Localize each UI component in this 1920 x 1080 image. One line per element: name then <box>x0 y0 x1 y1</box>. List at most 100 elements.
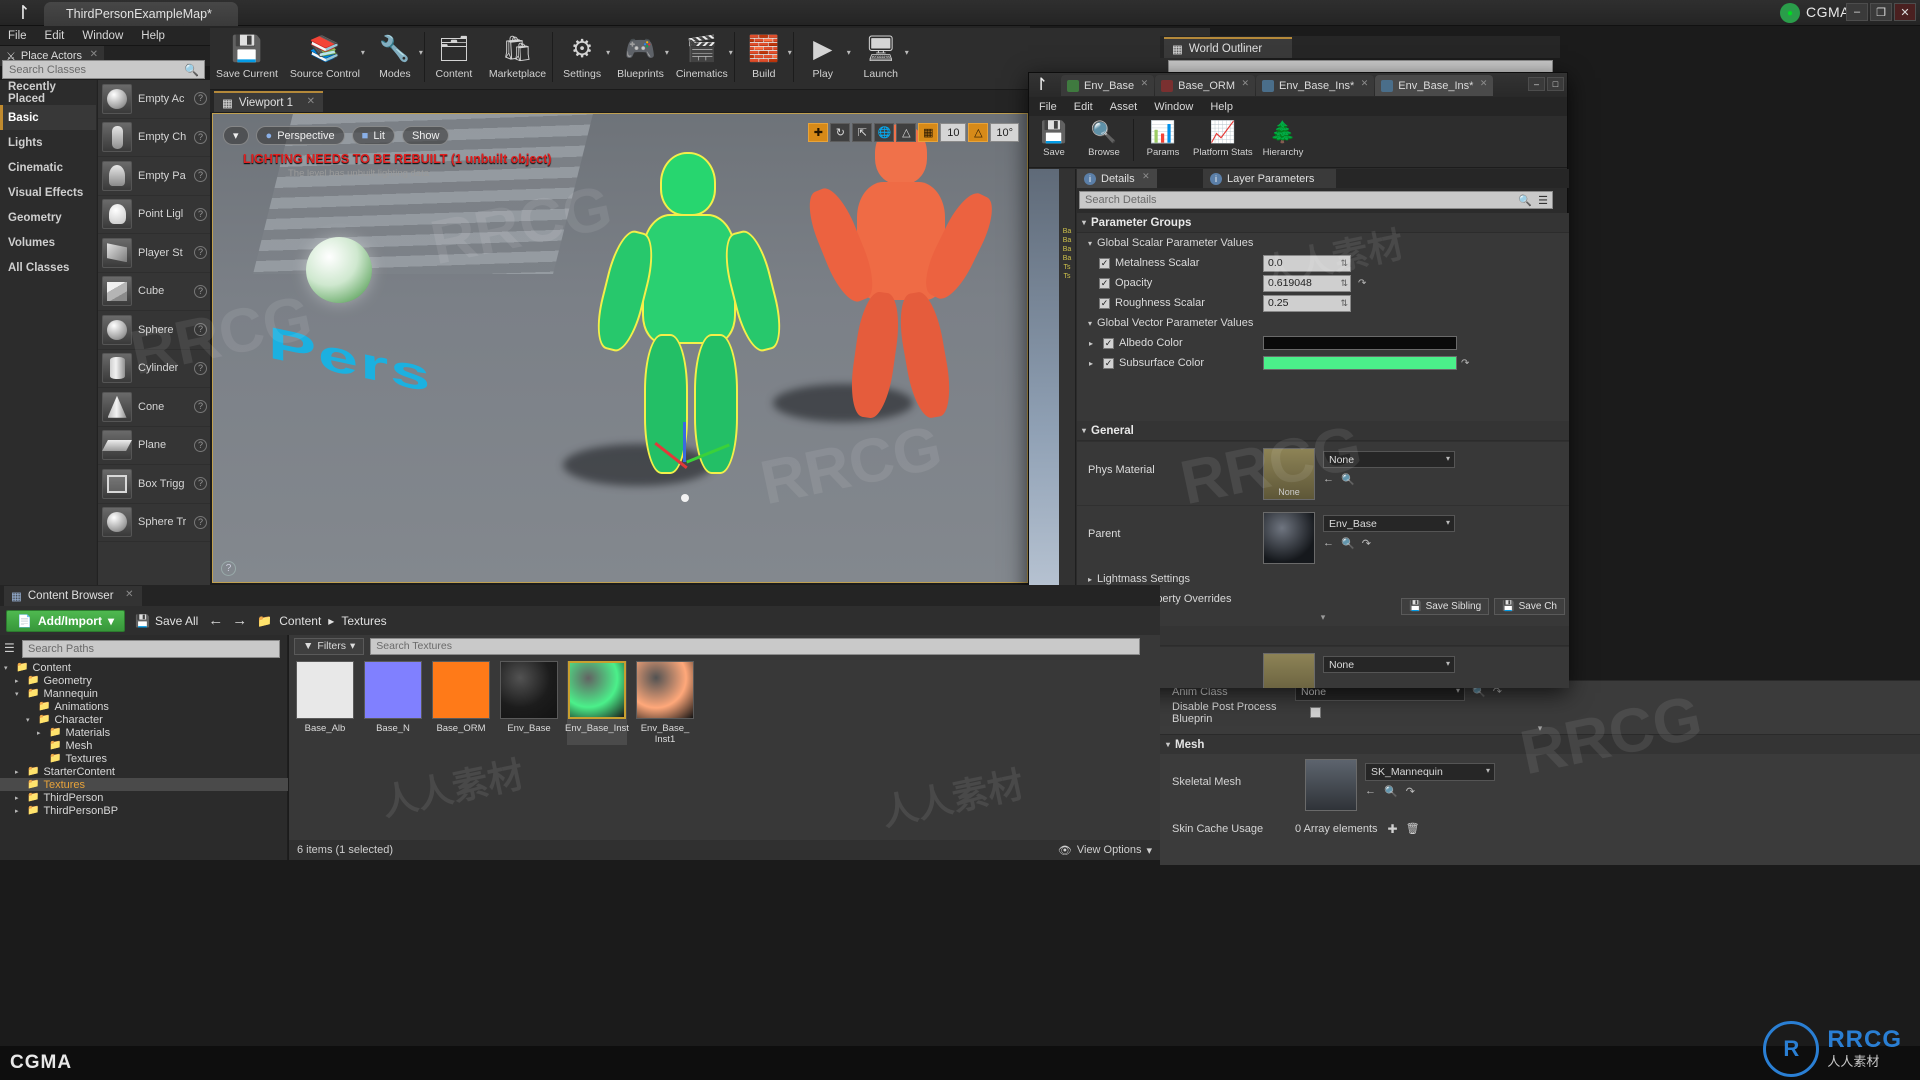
expand-arrow-icon[interactable]: ▸ <box>1089 359 1093 368</box>
material-menu-help[interactable]: Help <box>1210 101 1233 113</box>
surface-snap-icon[interactable]: △ <box>896 123 917 142</box>
scale-snap-icon[interactable]: ⇱ <box>852 123 873 142</box>
place-actor-item[interactable]: Empty Pa? <box>98 157 210 196</box>
save-all-button[interactable]: 💾 Save All <box>135 614 198 628</box>
skeletal-mesh-thumbnail[interactable] <box>1305 759 1357 811</box>
breadcrumb-content[interactable]: Content <box>279 614 321 628</box>
toolbar-cinematics-button[interactable]: 🎬 Cinematics ▾ <box>670 28 734 90</box>
toolbar-play-button[interactable]: ▶ Play ▾ <box>794 28 852 90</box>
reset-icon[interactable]: ↷ <box>1358 278 1366 289</box>
material-tab-env_base[interactable]: Env_Base ✕ <box>1061 75 1155 96</box>
menu-help[interactable]: Help <box>141 30 165 42</box>
world-coord-icon[interactable]: 🌐 <box>874 123 895 142</box>
browse-icon[interactable]: 🔍 <box>1341 473 1355 486</box>
tab-world-outliner[interactable]: ▦ World Outliner <box>1164 37 1293 58</box>
reset-icon[interactable]: ↷ <box>1461 358 1469 369</box>
place-category-geometry[interactable]: Geometry <box>0 205 96 230</box>
menu-file[interactable]: File <box>8 30 27 42</box>
reset-icon[interactable]: ↷ <box>1362 537 1371 550</box>
chevron-down-icon[interactable]: ▾ <box>665 48 669 57</box>
tree-node-content[interactable]: ▾ 📁 Content <box>0 661 288 674</box>
material-toolbar-params-button[interactable]: 📊 Params <box>1138 116 1188 158</box>
grid-size-value[interactable]: 10 <box>940 123 967 142</box>
place-category-basic[interactable]: Basic <box>0 105 96 130</box>
expand-arrow-icon[interactable]: ▸ <box>15 807 23 815</box>
project-tab[interactable]: ThirdPersonExampleMap* <box>44 2 238 26</box>
back-arrow-icon[interactable]: ← <box>1323 537 1334 550</box>
settings-list-icon[interactable]: ☰ <box>1538 194 1548 207</box>
preview-mesh-thumbnail[interactable]: None <box>1263 653 1315 688</box>
parent-combo[interactable]: Env_Base ▾ <box>1323 515 1455 532</box>
place-category-cinematic[interactable]: Cinematic <box>0 155 96 180</box>
material-toolbar-platform-stats-button[interactable]: 📈 Platform Stats <box>1188 116 1258 158</box>
tree-node-thirdpersonbp[interactable]: ▸ 📁 ThirdPersonBP <box>0 804 288 817</box>
material-menu-edit[interactable]: Edit <box>1074 101 1093 113</box>
toolbar-blueprints-button[interactable]: 🎮 Blueprints ▾ <box>611 28 670 90</box>
place-category-all-classes[interactable]: All Classes <box>0 255 96 280</box>
help-icon[interactable]: ? <box>194 361 207 375</box>
tab-content-browser[interactable]: ▦ Content Browser ✕ <box>4 586 142 606</box>
material-menu-window[interactable]: Window <box>1154 101 1193 113</box>
material-tab-base_orm[interactable]: Base_ORM ✕ <box>1155 75 1256 96</box>
filters-button[interactable]: ▼ Filters ▾ <box>294 637 365 655</box>
disable-post-process-checkbox[interactable] <box>1310 707 1321 718</box>
help-icon[interactable]: ? <box>221 561 236 576</box>
toolbar-save-current-button[interactable]: 💾 Save Current <box>210 28 284 90</box>
search-details-input[interactable]: Search Details 🔍 ☰ <box>1079 191 1553 209</box>
move-snap-icon[interactable]: ✚ <box>808 123 829 142</box>
material-toolbar-browse-button[interactable]: 🔍 Browse <box>1079 116 1129 158</box>
help-icon[interactable]: ? <box>194 207 207 221</box>
search-classes-input[interactable]: Search Classes 🔍 <box>2 60 205 79</box>
minimize-button[interactable]: – <box>1528 77 1545 91</box>
asset-tile[interactable]: Env_Base_Inst <box>565 661 629 745</box>
rotate-snap-icon[interactable]: ↻ <box>830 123 851 142</box>
asset-tile[interactable]: Base_N <box>363 661 423 745</box>
color-swatch[interactable] <box>1263 356 1457 370</box>
place-actor-item[interactable]: Plane? <box>98 427 210 465</box>
close-icon[interactable]: ✕ <box>1141 78 1149 89</box>
place-actor-item[interactable]: Box Trigg? <box>98 465 210 504</box>
search-textures-input[interactable]: Search Textures <box>370 637 1141 655</box>
chevron-down-icon[interactable]: ▾ <box>788 48 792 57</box>
browse-icon[interactable]: 🔍 <box>1384 785 1398 798</box>
chevron-down-icon[interactable]: ▾ <box>729 48 733 57</box>
toolbar-build-button[interactable]: 🧱 Build ▾ <box>735 28 793 90</box>
toolbar-marketplace-button[interactable]: 🛍 Marketplace <box>483 28 552 90</box>
material-toolbar-save-button[interactable]: 💾 Save <box>1029 116 1079 158</box>
help-icon[interactable]: ? <box>194 284 207 298</box>
chevron-down-icon[interactable]: ▾ <box>606 48 610 57</box>
chevron-down-icon[interactable]: ▾ <box>361 48 365 57</box>
back-arrow-icon[interactable]: ← <box>208 612 223 629</box>
tree-node-textures[interactable]: 📁 Textures <box>0 778 288 791</box>
place-actor-item[interactable]: Sphere Tr? <box>98 504 210 542</box>
expand-arrow-icon[interactable]: ▾ <box>4 664 12 672</box>
close-icon[interactable]: ✕ <box>125 589 133 600</box>
tree-node-textures[interactable]: 📁 Textures <box>0 752 288 765</box>
tree-node-materials[interactable]: ▸ 📁 Materials <box>0 726 288 739</box>
place-category-volumes[interactable]: Volumes <box>0 230 96 255</box>
scroll-down-indicator[interactable]: ▾ <box>1160 723 1920 734</box>
tree-node-mesh[interactable]: 📁 Mesh <box>0 739 288 752</box>
close-icon[interactable]: ✕ <box>1142 171 1150 182</box>
mannequin-green-selected[interactable] <box>589 152 793 482</box>
tab-viewport-1[interactable]: ▦ Viewport 1 ✕ <box>214 91 324 112</box>
help-icon[interactable]: ? <box>194 323 207 336</box>
place-actor-item[interactable]: Cylinder? <box>98 350 210 388</box>
minimize-button[interactable]: – <box>1846 3 1868 21</box>
grid-snap-icon[interactable]: ▦ <box>918 123 939 142</box>
help-icon[interactable]: ? <box>194 169 207 182</box>
preview-mesh-combo[interactable]: None ▾ <box>1323 656 1455 673</box>
material-tab-env_base_ins[interactable]: Env_Base_Ins* ✕ <box>1256 75 1375 96</box>
chevron-down-icon[interactable]: ▾ <box>419 48 423 57</box>
close-icon[interactable]: ✕ <box>1480 78 1488 89</box>
asset-tile[interactable]: Env_Base <box>499 661 559 745</box>
angle-snap-icon[interactable]: △ <box>968 123 989 142</box>
search-paths-input[interactable]: Search Paths <box>22 640 280 658</box>
add-element-icon[interactable]: ✚ <box>1388 822 1398 836</box>
breadcrumb-textures[interactable]: Textures <box>341 614 386 628</box>
chevron-down-icon[interactable]: ▾ <box>905 48 909 57</box>
tree-node-thirdperson[interactable]: ▸ 📁 ThirdPerson <box>0 791 288 804</box>
place-actor-item[interactable]: Player St? <box>98 234 210 273</box>
chevron-down-icon[interactable]: ▾ <box>847 48 851 57</box>
tree-node-character[interactable]: ▾ 📁 Character <box>0 713 288 726</box>
